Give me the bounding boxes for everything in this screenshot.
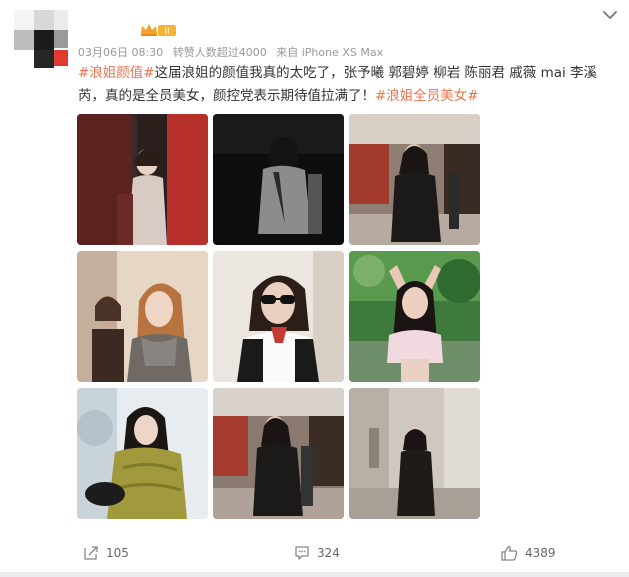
repost-icon bbox=[84, 546, 98, 560]
post-text: #浪姐颜值#这届浪姐的颜值我真的太吃了，张予曦 郭碧婷 柳岩 陈丽君 戚薇 ma… bbox=[78, 62, 608, 108]
hashtag-link[interactable]: #浪姐颜值# bbox=[78, 65, 155, 81]
photo-6[interactable] bbox=[349, 251, 480, 382]
photo-9[interactable] bbox=[349, 388, 480, 519]
photo-3[interactable] bbox=[349, 114, 480, 245]
post-time[interactable]: 03月06日 08:30 bbox=[78, 46, 163, 59]
photo-4[interactable] bbox=[77, 251, 208, 382]
post-meta: 03月06日 08:30 转赞人数超过4000 来自 iPhone XS Max bbox=[78, 44, 389, 60]
comment-button[interactable]: 324 bbox=[294, 544, 340, 562]
post-action-bar: 105 324 4389 bbox=[0, 538, 629, 568]
thumbs-up-icon bbox=[501, 545, 518, 561]
photo-5[interactable] bbox=[213, 251, 344, 382]
photo-grid bbox=[77, 114, 481, 519]
more-menu-chevron-icon[interactable] bbox=[600, 7, 620, 23]
post-reposts-note: 转赞人数超过4000 bbox=[172, 46, 267, 59]
photo-7[interactable] bbox=[77, 388, 208, 519]
hashtag-link[interactable]: #浪姐全员美女# bbox=[375, 88, 479, 104]
comment-count: 324 bbox=[317, 546, 340, 560]
like-button[interactable]: 4389 bbox=[501, 544, 556, 562]
post-source: 来自 iPhone XS Max bbox=[276, 46, 384, 59]
repost-count: 105 bbox=[106, 546, 129, 560]
photo-2[interactable] bbox=[213, 114, 344, 245]
repost-button[interactable]: 105 bbox=[83, 544, 129, 562]
crown-level-badge-icon: II bbox=[140, 22, 178, 37]
post-body-text: 这届浪姐的颜值我真的太吃了，张予曦 郭碧婷 柳岩 陈丽君 戚薇 mai 李溪芮，… bbox=[78, 65, 598, 104]
photo-1[interactable] bbox=[77, 114, 208, 245]
photo-8[interactable] bbox=[213, 388, 344, 519]
like-count: 4389 bbox=[525, 546, 556, 560]
bottom-divider bbox=[0, 572, 629, 577]
comment-icon bbox=[295, 546, 309, 560]
user-avatar[interactable] bbox=[14, 10, 70, 68]
weibo-post-card: II 03月06日 08:30 转赞人数超过4000 来自 iPhone XS … bbox=[0, 0, 629, 577]
badge-level: II bbox=[164, 27, 169, 37]
